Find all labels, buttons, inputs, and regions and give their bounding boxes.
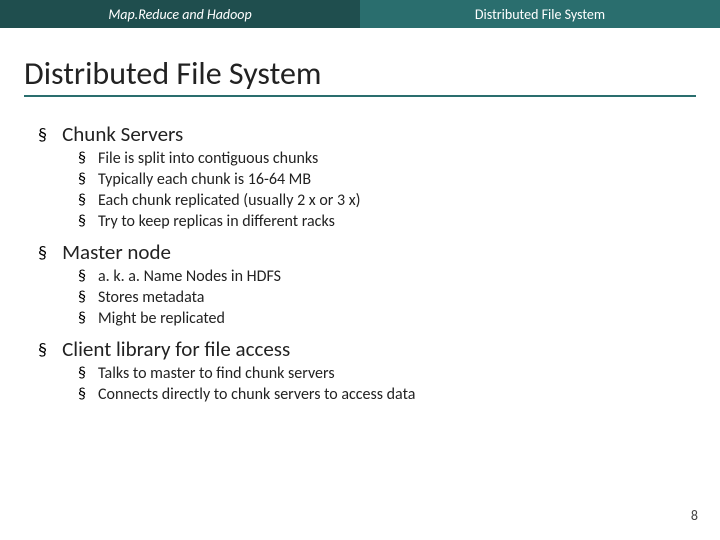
list-item: Try to keep replicas in different racks [98,212,680,231]
section-label: Client library for file access [62,336,290,362]
slide-title: Distributed File System [24,54,696,97]
list-item: Stores metadata [98,288,680,307]
list-item: Typically each chunk is 16-64 MB [98,170,680,189]
section-label: Chunk Servers [62,121,183,147]
list-item: Connects directly to chunk servers to ac… [98,385,680,404]
header-right: Distributed File System [360,0,720,28]
list-item: Might be replicated [98,309,680,328]
list-item: Talks to master to find chunk servers [98,364,680,383]
title-container: Distributed File System [0,28,720,103]
list-item: a. k. a. Name Nodes in HDFS [98,267,680,286]
page-number: 8 [691,507,698,524]
section-label: Master node [62,239,171,265]
slide-content: Chunk Servers File is split into contigu… [0,103,720,404]
section-chunk-servers: Chunk Servers File is split into contigu… [58,121,680,231]
slide-header: Map.Reduce and Hadoop Distributed File S… [0,0,720,28]
section-client-library: Client library for file access Talks to … [58,336,680,404]
list-item: File is split into contiguous chunks [98,149,680,168]
list-item: Each chunk replicated (usually 2 x or 3 … [98,191,680,210]
section-master-node: Master node a. k. a. Name Nodes in HDFS … [58,239,680,328]
header-left: Map.Reduce and Hadoop [0,0,360,28]
